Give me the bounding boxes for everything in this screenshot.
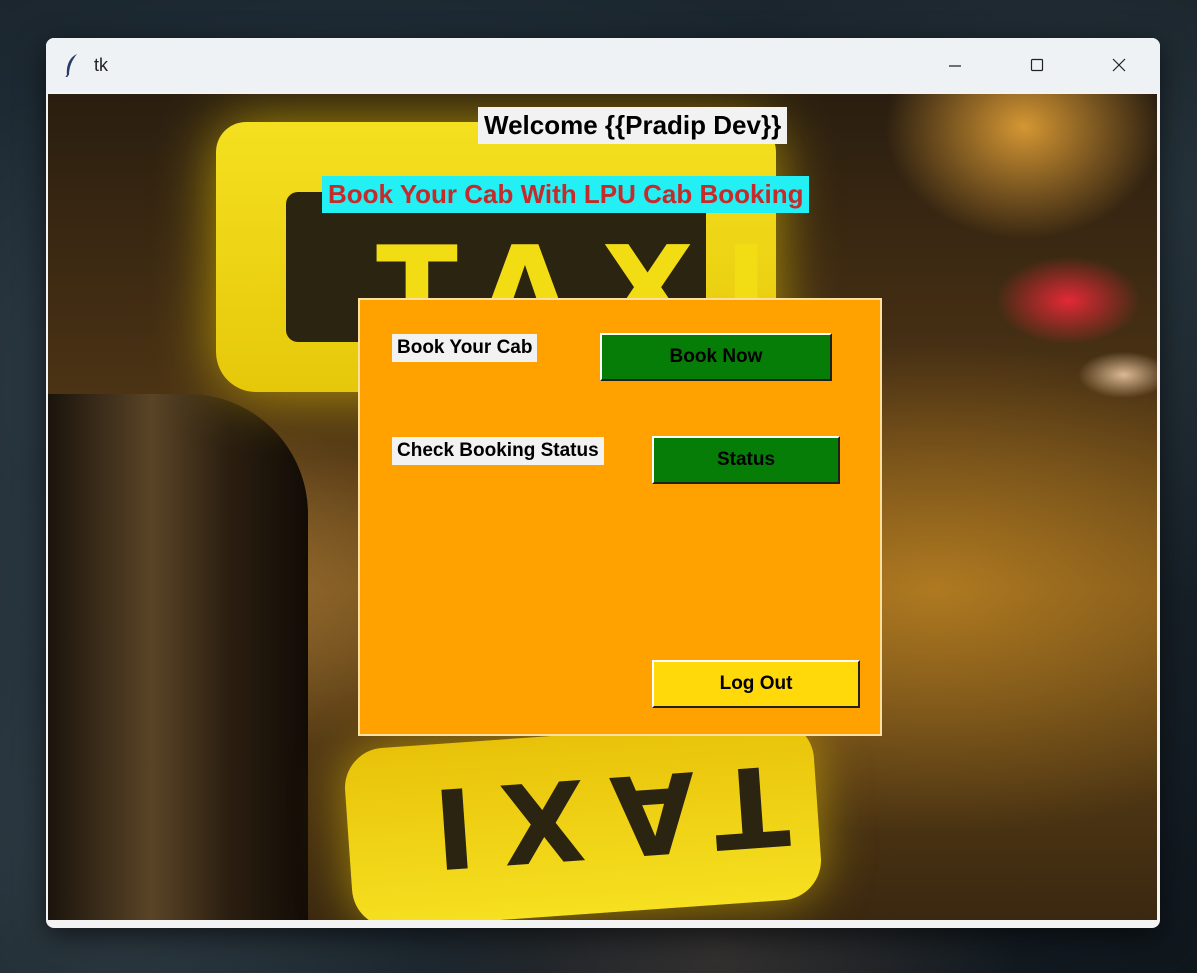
title-bar[interactable]: tk	[46, 38, 1160, 92]
taxi-sign-bottom-text: TAXI	[403, 739, 793, 895]
menu-panel: Book Your Cab Book Now Check Booking Sta…	[358, 298, 882, 736]
page-title: Book Your Cab With LPU Cab Booking	[322, 176, 810, 213]
welcome-label: Welcome {{Pradip Dev}}	[478, 107, 788, 144]
window-controls	[914, 38, 1160, 92]
window-title: tk	[94, 54, 109, 75]
book-cab-label: Book Your Cab	[392, 334, 538, 362]
minimize-button[interactable]	[914, 38, 996, 92]
feather-icon	[65, 54, 77, 77]
background-image: TAXI TAXI Welcome {{Pradip Dev}} Book Yo…	[48, 94, 1157, 920]
close-button[interactable]	[1078, 38, 1160, 92]
car-silhouette	[48, 394, 308, 920]
maximize-button[interactable]	[996, 38, 1078, 92]
book-now-button[interactable]: Book Now	[600, 333, 832, 381]
status-button[interactable]: Status	[652, 436, 840, 484]
taxi-sign-bottom: TAXI	[342, 717, 824, 920]
check-status-label: Check Booking Status	[392, 437, 604, 465]
logout-button[interactable]: Log Out	[652, 660, 860, 708]
minimize-icon	[949, 65, 961, 67]
maximize-icon	[1030, 58, 1044, 72]
close-icon	[1112, 58, 1126, 72]
app-window: tk TAXI TAXI Welcome {{Pradip Dev}} Book…	[46, 38, 1160, 928]
